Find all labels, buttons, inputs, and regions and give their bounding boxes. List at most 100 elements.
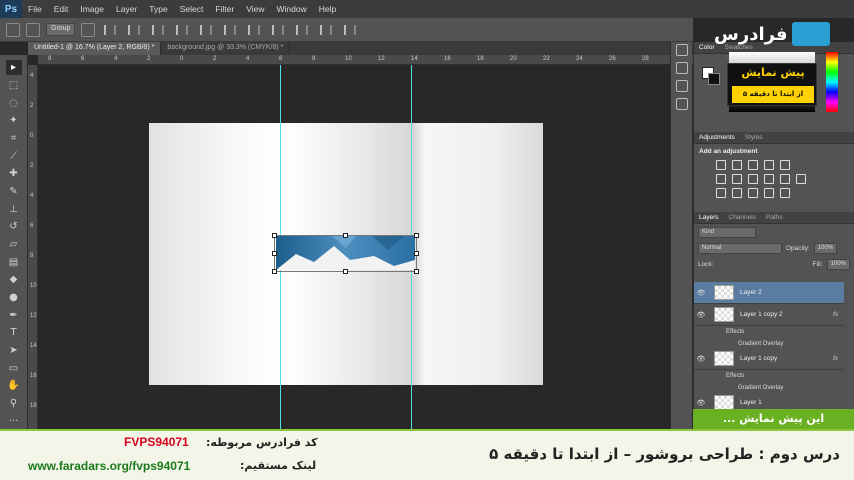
layer-row-layer-1-copy[interactable]: 👁 Layer 1 copy fx [694, 348, 844, 370]
blend-mode-select[interactable]: Normal [698, 242, 782, 254]
vertical-ruler[interactable]: 4202468101214161820 [28, 65, 38, 439]
distribute-center-icon[interactable] [344, 24, 357, 35]
photo-filter-icon[interactable] [764, 174, 774, 184]
fx-icon[interactable]: fx [833, 311, 838, 318]
menu-layer[interactable]: Layer [110, 4, 143, 14]
posterize-icon[interactable] [732, 188, 742, 198]
align-bottom-icon[interactable] [152, 24, 165, 35]
pen-tool-icon[interactable]: ✒ [6, 308, 22, 323]
distribute-bottom-icon[interactable] [296, 24, 309, 35]
hand-tool-icon[interactable]: ✋ [6, 378, 22, 393]
menu-edit[interactable]: Edit [48, 4, 75, 14]
tab-untitled-1[interactable]: Untitled-1 @ 16.7% (Layer 2, RGB/8) * [28, 42, 162, 55]
properties-panel-icon[interactable] [675, 62, 688, 74]
type-tool-icon[interactable]: T [6, 325, 22, 340]
menu-type[interactable]: Type [143, 4, 173, 14]
layer-row-layer-2[interactable]: 👁 Layer 2 [694, 282, 844, 304]
tab-channels[interactable]: Channels [724, 214, 761, 221]
tab-background[interactable]: background.jpg @ 33.3% (CMYK/8) * [161, 42, 291, 55]
selective-color-icon[interactable] [780, 188, 790, 198]
auto-select-dropdown[interactable]: Group [46, 23, 76, 36]
gradient-tool-icon[interactable]: ▤ [6, 255, 22, 270]
threshold-icon[interactable] [748, 188, 758, 198]
visibility-eye-icon[interactable]: 👁 [694, 399, 708, 407]
transform-handle-tl[interactable] [272, 233, 277, 238]
exposure-icon[interactable] [764, 160, 774, 170]
history-panel-icon[interactable] [675, 44, 688, 56]
dodge-tool-icon[interactable]: ● [6, 290, 22, 305]
clone-stamp-tool-icon[interactable]: ⊥ [6, 202, 22, 217]
paragraph-panel-icon[interactable] [675, 98, 688, 110]
horizontal-ruler[interactable]: 8642024681012141618202224262830 [38, 55, 693, 65]
transform-handle-tc[interactable] [343, 233, 348, 238]
canvas-workspace[interactable] [38, 65, 693, 430]
eraser-tool-icon[interactable]: ▱ [6, 237, 22, 252]
character-panel-icon[interactable] [675, 80, 688, 92]
fill-input[interactable]: 100% [826, 258, 850, 270]
visibility-eye-icon[interactable]: 👁 [694, 311, 708, 319]
fx-icon[interactable]: fx [833, 355, 838, 362]
distribute-left-icon[interactable] [320, 24, 333, 35]
shape-tool-icon[interactable]: ▭ [6, 361, 22, 376]
tab-layers[interactable]: Layers [694, 214, 724, 221]
lasso-tool-icon[interactable]: ◌ [6, 96, 22, 111]
menu-help[interactable]: Help [313, 4, 342, 14]
eyedropper-tool-icon[interactable]: ⟋ [6, 149, 22, 164]
path-selection-tool-icon[interactable]: ➤ [6, 343, 22, 358]
menu-view[interactable]: View [240, 4, 270, 14]
invert-icon[interactable] [716, 188, 726, 198]
curves-icon[interactable] [748, 160, 758, 170]
auto-select-checkbox[interactable] [26, 22, 40, 37]
tab-paths[interactable]: Paths [761, 214, 788, 221]
blur-tool-icon[interactable]: ◆ [6, 272, 22, 287]
more-tools-icon[interactable]: ··· [6, 414, 22, 429]
gradient-map-icon[interactable] [764, 188, 774, 198]
align-center-icon[interactable] [200, 24, 213, 35]
tab-adjustments[interactable]: Adjustments [694, 134, 740, 141]
transform-handle-ml[interactable] [272, 251, 277, 256]
transform-handle-mr[interactable] [414, 251, 419, 256]
background-color-swatch[interactable] [708, 73, 720, 85]
tab-styles[interactable]: Styles [740, 134, 768, 141]
crop-tool-icon[interactable]: ⌗ [6, 131, 22, 146]
healing-brush-tool-icon[interactable]: ✚ [6, 166, 22, 181]
hue-slider[interactable] [826, 52, 838, 112]
menu-select[interactable]: Select [174, 4, 210, 14]
transform-handle-bl[interactable] [272, 269, 277, 274]
transform-handle-tr[interactable] [414, 233, 419, 238]
layer-row-layer-1-copy-2[interactable]: 👁 Layer 1 copy 2 fx [694, 304, 844, 326]
course-link[interactable]: www.faradars.org/fvps94071 [28, 459, 190, 473]
zoom-tool-icon[interactable]: ⚲ [6, 396, 22, 411]
brush-tool-icon[interactable]: ✎ [6, 184, 22, 199]
levels-icon[interactable] [732, 160, 742, 170]
hue-saturation-icon[interactable] [716, 174, 726, 184]
channel-mixer-icon[interactable] [780, 174, 790, 184]
color-lookup-icon[interactable] [796, 174, 806, 184]
menu-file[interactable]: File [22, 4, 48, 14]
banner-shape[interactable] [276, 236, 415, 270]
visibility-eye-icon[interactable]: 👁 [694, 289, 708, 297]
menu-image[interactable]: Image [74, 4, 110, 14]
distribute-top-icon[interactable] [248, 24, 261, 35]
move-tool-preset-icon[interactable] [6, 22, 20, 37]
layer-filter-kind[interactable]: Kind [698, 226, 756, 238]
black-white-icon[interactable] [748, 174, 758, 184]
marquee-tool-icon[interactable]: ⬚ [6, 78, 22, 93]
visibility-eye-icon[interactable]: 👁 [694, 355, 708, 363]
align-middle-icon[interactable] [128, 24, 141, 35]
color-balance-icon[interactable] [732, 174, 742, 184]
transform-handle-bc[interactable] [343, 269, 348, 274]
menu-window[interactable]: Window [270, 4, 312, 14]
effects-row[interactable]: Effects [694, 370, 844, 382]
transform-controls-checkbox[interactable] [81, 22, 96, 37]
vibrance-icon[interactable] [780, 160, 790, 170]
align-left-icon[interactable] [176, 24, 189, 35]
align-right-icon[interactable] [224, 24, 237, 35]
align-top-icon[interactable] [104, 24, 117, 35]
transform-handle-br[interactable] [414, 269, 419, 274]
opacity-input[interactable]: 100% [813, 242, 838, 254]
history-brush-tool-icon[interactable]: ↺ [6, 219, 22, 234]
brightness-contrast-icon[interactable] [716, 160, 726, 170]
distribute-middle-icon[interactable] [272, 24, 285, 35]
magic-wand-tool-icon[interactable]: ✦ [6, 113, 22, 128]
